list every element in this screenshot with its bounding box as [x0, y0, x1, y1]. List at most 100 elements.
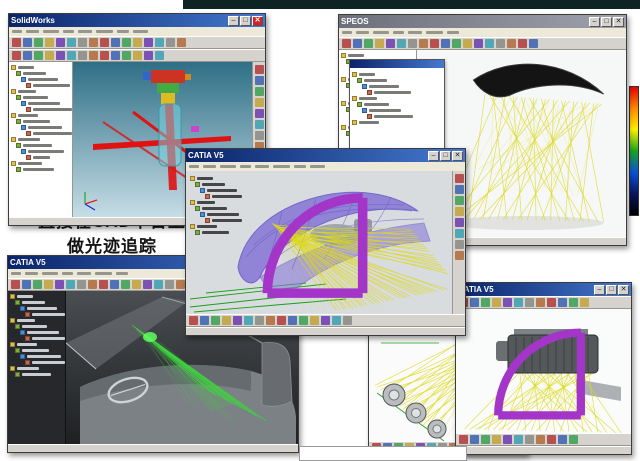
toolbar-icon[interactable]: [34, 38, 43, 47]
toolbar-icon[interactable]: [78, 51, 87, 60]
toolbar-icon[interactable]: [255, 120, 264, 129]
toolbar-icon[interactable]: [66, 280, 75, 289]
catia-lamp-titlebar[interactable]: CATIA V5 – □ ✕: [456, 283, 631, 296]
toolbar-icon[interactable]: [463, 39, 472, 48]
menu-bar[interactable]: [9, 27, 265, 36]
toolbar-icon[interactable]: [56, 51, 65, 60]
toolbar-icon[interactable]: [529, 39, 538, 48]
toolbar-icon[interactable]: [525, 298, 534, 307]
dialog-titlebar[interactable]: [350, 60, 444, 68]
toolbar-icon[interactable]: [200, 316, 209, 325]
toolbar-icon[interactable]: [558, 298, 567, 307]
toolbar-icon[interactable]: [45, 51, 54, 60]
menu-item[interactable]: [342, 31, 352, 34]
menu-item[interactable]: [116, 272, 128, 275]
toolbar-icon[interactable]: [455, 229, 464, 238]
toolbar-icon[interactable]: [547, 435, 556, 444]
maximize-icon[interactable]: □: [601, 17, 612, 27]
bottom-toolbar[interactable]: [186, 314, 465, 327]
toolbar-icon[interactable]: [56, 38, 65, 47]
menu-item[interactable]: [42, 272, 58, 275]
toolbar-icon[interactable]: [310, 316, 319, 325]
toolbar-icon[interactable]: [11, 280, 20, 289]
toolbar-icon[interactable]: [507, 39, 516, 48]
menu-item[interactable]: [408, 31, 422, 34]
toolbar-icon[interactable]: [78, 38, 87, 47]
menu-item[interactable]: [95, 272, 112, 275]
toolbar-icon[interactable]: [99, 280, 108, 289]
menu-item[interactable]: [77, 272, 91, 275]
toolbar-icon[interactable]: [342, 39, 351, 48]
catia-compass-icon[interactable]: [186, 174, 448, 314]
toolbar-icon[interactable]: [441, 39, 450, 48]
toolbar-icon[interactable]: [177, 38, 186, 47]
toolbar-icon[interactable]: [110, 280, 119, 289]
toolbar-icon[interactable]: [22, 280, 31, 289]
menu-item[interactable]: [273, 165, 290, 168]
menu-item[interactable]: [43, 30, 59, 33]
toolbar-icon[interactable]: [89, 38, 98, 47]
toolbar-icon[interactable]: [154, 280, 163, 289]
toolbar-icon[interactable]: [144, 51, 153, 60]
toolbar-icon[interactable]: [255, 87, 264, 96]
close-icon[interactable]: ✕: [613, 17, 624, 27]
toolbar-icon[interactable]: [364, 39, 373, 48]
toolbar-icon[interactable]: [121, 280, 130, 289]
toolbar-icon[interactable]: [255, 109, 264, 118]
minimize-icon[interactable]: –: [428, 151, 439, 161]
spec-tree-panel[interactable]: [8, 291, 66, 444]
toolbar-icon[interactable]: [569, 298, 578, 307]
speos-titlebar[interactable]: SPEOS – □ ✕: [339, 15, 626, 28]
menu-item[interactable]: [26, 30, 39, 33]
menu-item[interactable]: [25, 272, 38, 275]
close-icon[interactable]: ✕: [618, 285, 629, 295]
toolbar-icon[interactable]: [176, 280, 185, 289]
toolbar-icon[interactable]: [536, 298, 545, 307]
toolbar-icon[interactable]: [255, 76, 264, 85]
toolbar-icon[interactable]: [492, 435, 501, 444]
toolbar-icon[interactable]: [452, 39, 461, 48]
toolbar-icon[interactable]: [474, 39, 483, 48]
maximize-icon[interactable]: □: [606, 285, 617, 295]
toolbar-icon[interactable]: [455, 174, 464, 183]
minimize-icon[interactable]: –: [589, 17, 600, 27]
tree-item[interactable]: [8, 371, 65, 377]
toolbar-icon[interactable]: [255, 98, 264, 107]
toolbar-icon[interactable]: [277, 316, 286, 325]
close-icon[interactable]: ✕: [252, 16, 263, 26]
toolbar-icon[interactable]: [111, 38, 120, 47]
toolbar-icon[interactable]: [514, 298, 523, 307]
toolbar-icon[interactable]: [44, 280, 53, 289]
toolbar-icon[interactable]: [222, 316, 231, 325]
toolbar-icon[interactable]: [455, 196, 464, 205]
toolbar-icon[interactable]: [514, 435, 523, 444]
toolbar-icon[interactable]: [375, 39, 384, 48]
side-toolbar[interactable]: [452, 171, 465, 314]
close-icon[interactable]: ✕: [452, 151, 463, 161]
toolbar-icon[interactable]: [430, 39, 439, 48]
toolbar-icon[interactable]: [397, 39, 406, 48]
menu-item[interactable]: [373, 31, 389, 34]
toolbar-icon[interactable]: [67, 51, 76, 60]
toolbar-icon[interactable]: [518, 39, 527, 48]
toolbar-icon[interactable]: [492, 298, 501, 307]
toolbar-icon[interactable]: [255, 316, 264, 325]
toolbar[interactable]: [9, 36, 265, 49]
toolbar-icon[interactable]: [408, 39, 417, 48]
toolbar-icon[interactable]: [89, 51, 98, 60]
toolbar-icon[interactable]: [12, 51, 21, 60]
body-viewport[interactable]: [186, 171, 452, 314]
toolbar-icon[interactable]: [67, 38, 76, 47]
menu-item[interactable]: [11, 272, 21, 275]
menu-item[interactable]: [356, 31, 369, 34]
toolbar-icon[interactable]: [122, 38, 131, 47]
menu-item[interactable]: [117, 30, 129, 33]
toolbar-icon[interactable]: [255, 131, 264, 140]
menu-item[interactable]: [12, 30, 22, 33]
menu-item[interactable]: [426, 31, 443, 34]
toolbar-icon[interactable]: [45, 38, 54, 47]
menu-bar[interactable]: [186, 162, 465, 171]
toolbar-icon[interactable]: [100, 51, 109, 60]
menu-item[interactable]: [240, 165, 251, 168]
toolbar-icon[interactable]: [343, 316, 352, 325]
